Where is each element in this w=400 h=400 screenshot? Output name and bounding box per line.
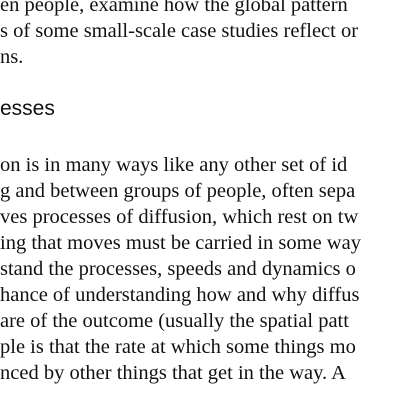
body-line-4: ing that moves must be carried in some w… <box>0 232 361 254</box>
intro-line-2: s of some small-scale case studies refle… <box>0 20 359 42</box>
body-line-8: ple is that the rate at which some thing… <box>0 336 356 358</box>
body-line-6: hance of understanding how and why diffu… <box>0 284 360 306</box>
body-line-1: on is in many ways like any other set of… <box>0 154 348 176</box>
document-page: en people, examine how the global patter… <box>0 0 400 400</box>
body-line-2: g and between groups of people, often se… <box>0 180 356 202</box>
section-heading: esses <box>0 97 55 120</box>
body-line-5: stand the processes, speeds and dynamics… <box>0 258 356 280</box>
intro-line-3: ns. <box>0 46 24 68</box>
body-line-7: are of the outcome (usually the spatial … <box>0 310 349 332</box>
body-line-3: ves processes of diffusion, which rest o… <box>0 206 359 228</box>
body-line-9: nced by other things that get in the way… <box>0 362 346 384</box>
intro-line-1: en people, examine how the global patter… <box>0 0 348 16</box>
